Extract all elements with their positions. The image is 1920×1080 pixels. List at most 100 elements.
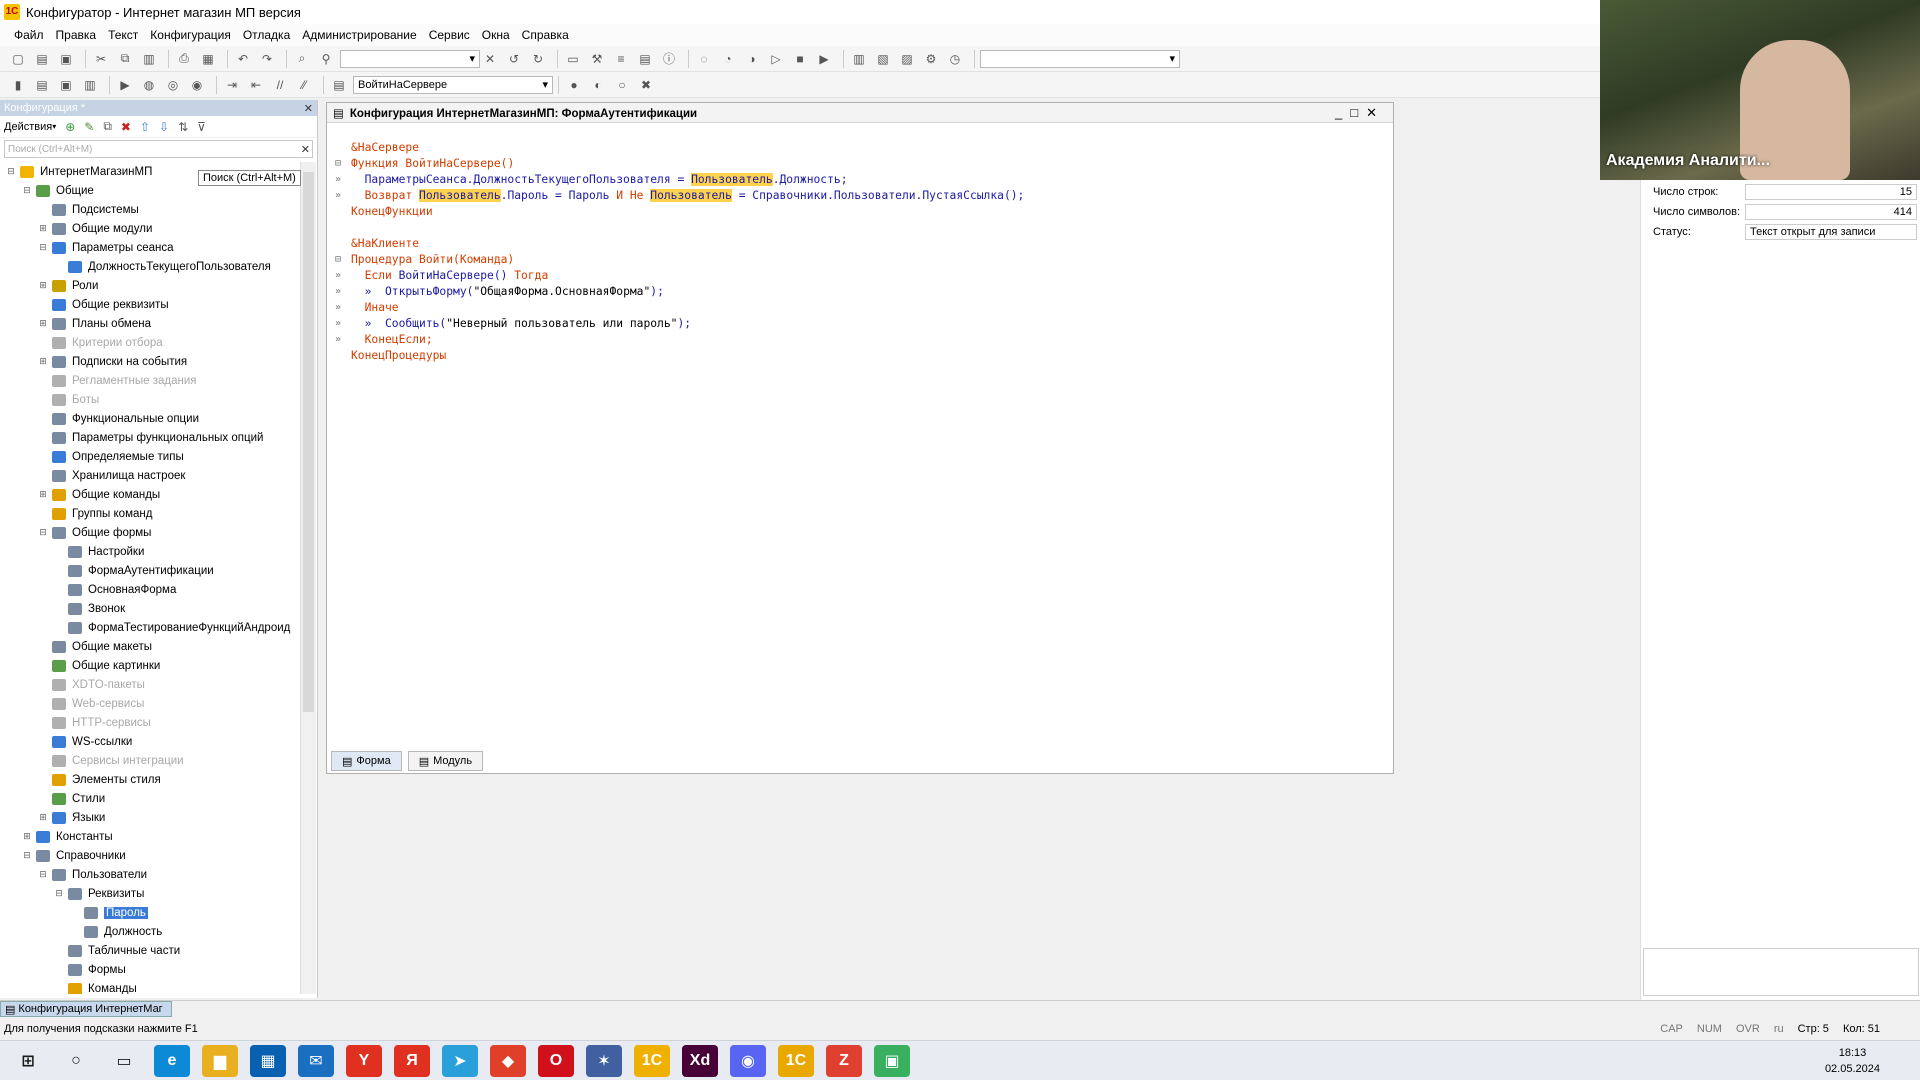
redo-icon[interactable]: ↷ <box>257 50 277 68</box>
yandex-browser-icon[interactable]: Y <box>346 1044 382 1077</box>
code-line[interactable]: ⊟ Функция ВойтиНаСервере() <box>335 155 1024 171</box>
zoom-icon[interactable]: Z <box>826 1044 862 1077</box>
code-editor[interactable]: &НаСервере ⊟ Функция ВойтиНаСервере()» Пар… <box>335 139 1024 363</box>
clear-search-icon[interactable]: ✕ <box>301 143 310 156</box>
tree-scrollbar[interactable] <box>300 162 316 994</box>
search-icon[interactable]: ⚲ <box>316 50 336 68</box>
breakpoint-icon[interactable]: ● <box>564 76 584 94</box>
expand-icon[interactable]: ⊟ <box>38 869 48 880</box>
onec-designer-icon[interactable]: 1С <box>778 1044 814 1077</box>
procedure-list-icon[interactable]: ▤ <box>329 76 349 94</box>
breakpoint-clear-icon[interactable]: ✖ <box>636 76 656 94</box>
debug-step-over-icon[interactable]: ◑ <box>742 50 762 68</box>
tree-node[interactable]: ⊞ Языки <box>0 808 300 827</box>
tree-node[interactable]: ⊞ Роли <box>0 276 300 295</box>
code-line[interactable] <box>335 219 1024 235</box>
tree-node[interactable]: Формы <box>0 960 300 979</box>
expand-icon[interactable]: ⊟ <box>6 166 16 177</box>
expand-icon[interactable]: ⊟ <box>22 850 32 861</box>
tree-node[interactable]: Боты <box>0 390 300 409</box>
minimize-icon[interactable]: _ <box>1335 105 1350 120</box>
tree-node[interactable]: Команды <box>0 979 300 994</box>
debug-run-icon[interactable]: ▷ <box>766 50 786 68</box>
tree-node[interactable]: WS-ссылки <box>0 732 300 751</box>
mail-icon[interactable]: ✉ <box>298 1044 334 1077</box>
db-icon[interactable]: ◉ <box>187 76 207 94</box>
tree-node[interactable]: Общие макеты <box>0 637 300 656</box>
tree-node[interactable]: Общие реквизиты <box>0 295 300 314</box>
anydesk-icon[interactable]: ◆ <box>490 1044 526 1077</box>
expand-icon[interactable]: ⊟ <box>22 185 32 196</box>
code-line[interactable]: » Если ВойтиНаСервере() Тогда <box>335 267 1024 283</box>
copy-icon[interactable]: ⧉ <box>115 50 135 68</box>
menu-item-5[interactable]: Администрирование <box>302 28 416 42</box>
tree-node[interactable]: ⊞ Общие команды <box>0 485 300 504</box>
tab-form[interactable]: ▤ Форма <box>331 751 402 771</box>
procedure-combo[interactable]: ВойтиНаСервере ▾ <box>353 75 553 94</box>
move-down-icon[interactable]: ⇩ <box>159 120 169 134</box>
menu-item-4[interactable]: Отладка <box>243 28 290 42</box>
update-icon[interactable]: ◎ <box>163 76 183 94</box>
discord-icon[interactable]: ◉ <box>730 1044 766 1077</box>
tree-node[interactable]: Группы команд <box>0 504 300 523</box>
property-value[interactable]: 15 <box>1745 184 1917 200</box>
layout-icon[interactable]: ▧ <box>873 50 893 68</box>
expand-icon[interactable]: ⊞ <box>38 280 48 291</box>
tree-node[interactable]: XDTO-пакеты <box>0 675 300 694</box>
tree-node[interactable]: Web-сервисы <box>0 694 300 713</box>
onec-icon[interactable]: 1С <box>634 1044 670 1077</box>
tools-icon[interactable]: ⚒ <box>587 50 607 68</box>
code-line[interactable]: КонецПроцедуры <box>335 347 1024 363</box>
property-value[interactable]: 414 <box>1745 204 1917 220</box>
expand-icon[interactable]: ⊟ <box>38 242 48 253</box>
tree-node[interactable]: ⊞ Планы обмена <box>0 314 300 333</box>
filter-icon[interactable]: ⊽ <box>197 120 206 134</box>
expand-icon[interactable]: ⊞ <box>38 489 48 500</box>
breakpoint-disable-icon[interactable]: ○ <box>612 76 632 94</box>
tree-node[interactable]: ФормаТестированиеФункцийАндроид <box>0 618 300 637</box>
syntax-icon[interactable]: ≡ <box>611 50 631 68</box>
clock-icon[interactable]: ◷ <box>945 50 965 68</box>
expand-icon[interactable]: ⊞ <box>38 223 48 234</box>
edge-icon[interactable]: e <box>154 1044 190 1077</box>
tree-node[interactable]: Определяемые типы <box>0 447 300 466</box>
close-search-icon[interactable]: ✕ <box>480 50 500 68</box>
taskbar-clock[interactable]: 18:13 02.05.2024 <box>1825 1045 1880 1077</box>
go-icon[interactable]: ▶ <box>115 76 135 94</box>
menu-item-7[interactable]: Окна <box>482 28 510 42</box>
tools-icon[interactable]: ✶ <box>586 1044 622 1077</box>
expand-icon[interactable]: ⊟ <box>54 888 64 899</box>
code-line[interactable]: » » ОткрытьФорму("ОбщаяФорма.ОсновнаяФор… <box>335 283 1024 299</box>
globe-icon[interactable]: ◍ <box>139 76 159 94</box>
tree-node[interactable]: ⊟ Реквизиты <box>0 884 300 903</box>
tree-node[interactable]: Хранилища настроек <box>0 466 300 485</box>
move-up-icon[interactable]: ⇧ <box>140 120 150 134</box>
tree-node[interactable]: Подсистемы <box>0 200 300 219</box>
tree-node[interactable]: Стили <box>0 789 300 808</box>
paste-icon[interactable]: ▥ <box>139 50 159 68</box>
tree-node[interactable]: Элементы стиля <box>0 770 300 789</box>
save-icon[interactable]: ▣ <box>56 50 76 68</box>
code-line[interactable]: ⊟ Процедура Войти(Команда) <box>335 251 1024 267</box>
config-icon[interactable]: ⚙ <box>921 50 941 68</box>
object-icon[interactable]: ▥ <box>80 76 100 94</box>
expand-icon[interactable]: ⊟ <box>38 527 48 538</box>
tree-node[interactable]: Функциональные опции <box>0 409 300 428</box>
help-book-icon[interactable]: ▤ <box>635 50 655 68</box>
tree-node[interactable]: Пароль <box>0 903 300 922</box>
opera-icon[interactable]: O <box>538 1044 574 1077</box>
config-combo[interactable]: ▾ <box>980 49 1180 68</box>
expand-icon[interactable]: ⊞ <box>38 356 48 367</box>
close-icon[interactable]: ✕ <box>1366 105 1385 120</box>
search-prev-icon[interactable]: ↺ <box>504 50 524 68</box>
modules-icon[interactable]: ▨ <box>897 50 917 68</box>
tab-module[interactable]: ▤ Модуль <box>407 751 484 771</box>
chat-icon[interactable]: ▣ <box>874 1044 910 1077</box>
close-icon[interactable]: ✕ <box>304 102 313 115</box>
telegram-icon[interactable]: ➤ <box>442 1044 478 1077</box>
uncomment-icon[interactable]: ⁄⁄ <box>294 76 314 94</box>
tree-node[interactable]: Настройки <box>0 542 300 561</box>
menu-item-0[interactable]: Файл <box>14 28 44 42</box>
find-icon[interactable]: ⌕ <box>292 50 312 68</box>
comment-icon[interactable]: // <box>270 76 290 94</box>
